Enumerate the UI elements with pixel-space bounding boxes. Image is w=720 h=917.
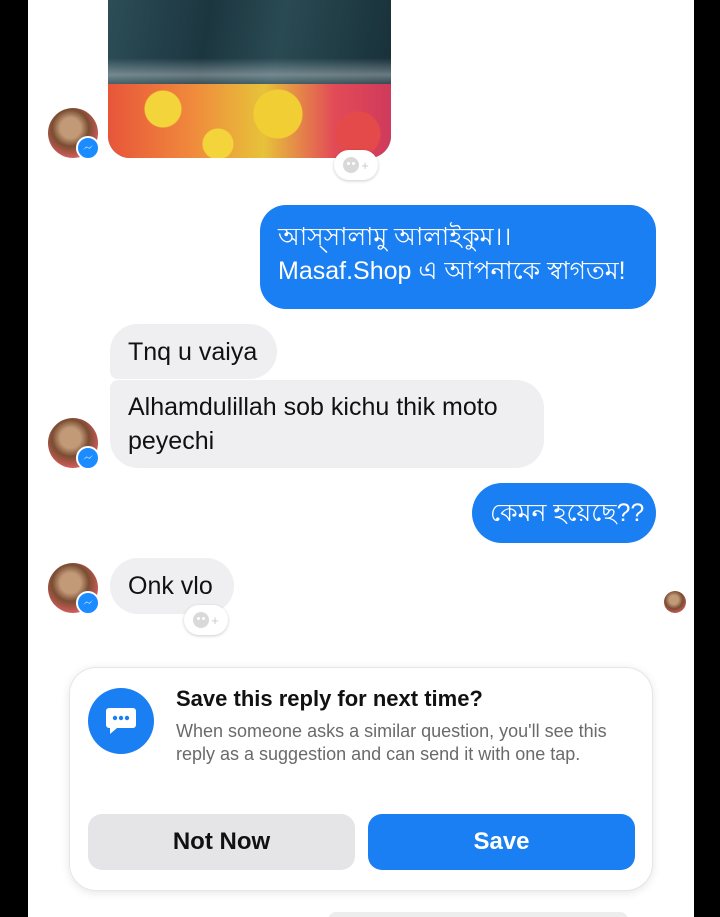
customer-avatar[interactable] <box>48 563 100 615</box>
messenger-badge-icon <box>76 136 100 160</box>
message-bubble-outgoing[interactable]: কেমন হয়েছে?? <box>472 483 656 543</box>
messenger-badge-icon <box>76 591 100 615</box>
seen-receipt-avatar <box>664 591 686 613</box>
smiley-icon <box>193 612 210 628</box>
not-now-button[interactable]: Not Now <box>88 814 355 870</box>
photo-fabric-area <box>108 84 391 158</box>
product-photo-message[interactable] <box>108 0 391 158</box>
message-bubble-incoming[interactable]: Alhamdulillah sob kichu thik moto peyech… <box>110 380 544 468</box>
plus-icon: + <box>211 612 219 628</box>
smiley-icon <box>343 157 360 173</box>
message-bubble-incoming[interactable]: Tnq u vaiya <box>110 324 277 379</box>
chat-thread[interactable]: + আস্সালামু আলাইকুম।। Masaf.Shop এ আপনাক… <box>28 0 694 917</box>
add-reaction-icon[interactable]: + <box>334 150 378 180</box>
composer-edge <box>328 912 628 917</box>
add-reaction-icon[interactable]: + <box>184 605 228 635</box>
message-bubble-outgoing[interactable]: আস্সালামু আলাইকুম।। Masaf.Shop এ আপনাকে … <box>260 205 656 309</box>
message-line: Masaf.Shop এ আপনাকে স্বাগতম! <box>278 257 626 285</box>
card-description: When someone asks a similar question, yo… <box>176 721 607 764</box>
card-title: Save this reply for next time? <box>176 686 483 711</box>
chat-bubble-icon <box>88 688 154 754</box>
save-button[interactable]: Save <box>368 814 635 870</box>
plus-icon: + <box>361 157 369 173</box>
save-reply-card: Save this reply for next time? When some… <box>70 668 652 890</box>
screen: + আস্সালামু আলাইকুম।। Masaf.Shop এ আপনাক… <box>0 0 720 917</box>
messenger-badge-icon <box>76 446 100 470</box>
message-line: আস্সালামু আলাইকুম।। <box>278 223 512 251</box>
photo-plastic-shine <box>108 58 391 86</box>
customer-avatar[interactable] <box>48 108 100 160</box>
customer-avatar[interactable] <box>48 418 100 470</box>
